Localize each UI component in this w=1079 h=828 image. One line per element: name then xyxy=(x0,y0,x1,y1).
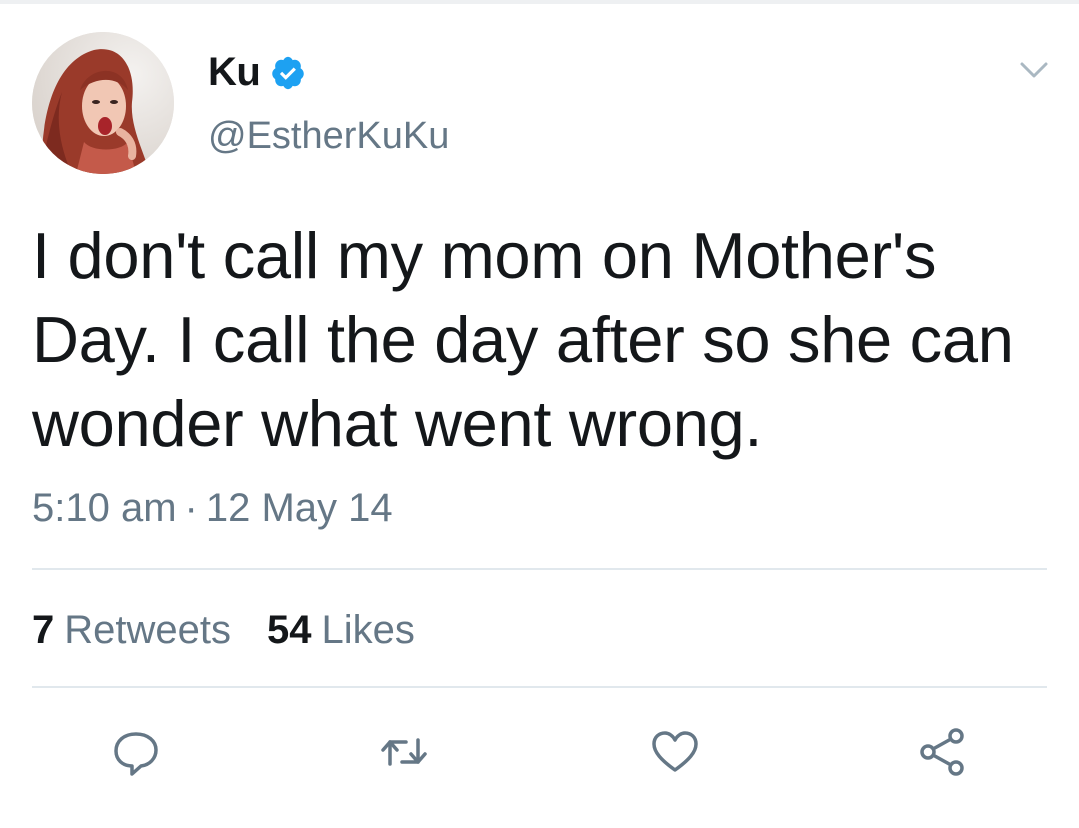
author-name-row[interactable]: Ku xyxy=(208,50,306,95)
reply-bubble-icon xyxy=(114,732,158,776)
tweet-date: 12 May 14 xyxy=(205,486,393,530)
retweets-label: Retweets xyxy=(64,608,231,652)
engagement-stats: 7 Retweets 54 Likes xyxy=(32,608,415,653)
retweet-arrows-icon xyxy=(381,738,427,766)
chevron-down-icon[interactable] xyxy=(1016,58,1052,82)
display-name[interactable]: Ku xyxy=(208,50,261,95)
tweet-time: 5:10 am xyxy=(32,486,177,530)
like-button[interactable] xyxy=(645,722,705,782)
likes-label: Likes xyxy=(321,608,415,652)
author-handle[interactable]: @EstherKuKu xyxy=(208,115,449,158)
timestamp-separator: · xyxy=(184,486,198,530)
retweets-stat[interactable]: 7 Retweets xyxy=(32,608,231,653)
avatar[interactable] xyxy=(32,32,174,174)
tweet-card: Ku @EstherKuKu I don't call my mom on Mo… xyxy=(0,0,1079,828)
retweets-count: 7 xyxy=(32,608,55,652)
reply-button[interactable] xyxy=(106,722,166,782)
likes-count: 54 xyxy=(267,608,312,652)
divider-bottom xyxy=(32,686,1047,688)
verified-badge-icon xyxy=(272,56,305,89)
divider-top xyxy=(32,568,1047,570)
timestamp[interactable]: 5:10 am · 12 May 14 xyxy=(32,486,393,531)
retweet-button[interactable] xyxy=(374,722,434,782)
heart-icon xyxy=(652,731,698,772)
share-nodes-icon xyxy=(920,728,964,776)
avatar-image xyxy=(32,32,174,174)
share-button[interactable] xyxy=(912,722,972,782)
likes-stat[interactable]: 54 Likes xyxy=(267,608,415,653)
tweet-text: I don't call my mom on Mother's Day. I c… xyxy=(32,219,1014,460)
top-border xyxy=(0,0,1079,4)
